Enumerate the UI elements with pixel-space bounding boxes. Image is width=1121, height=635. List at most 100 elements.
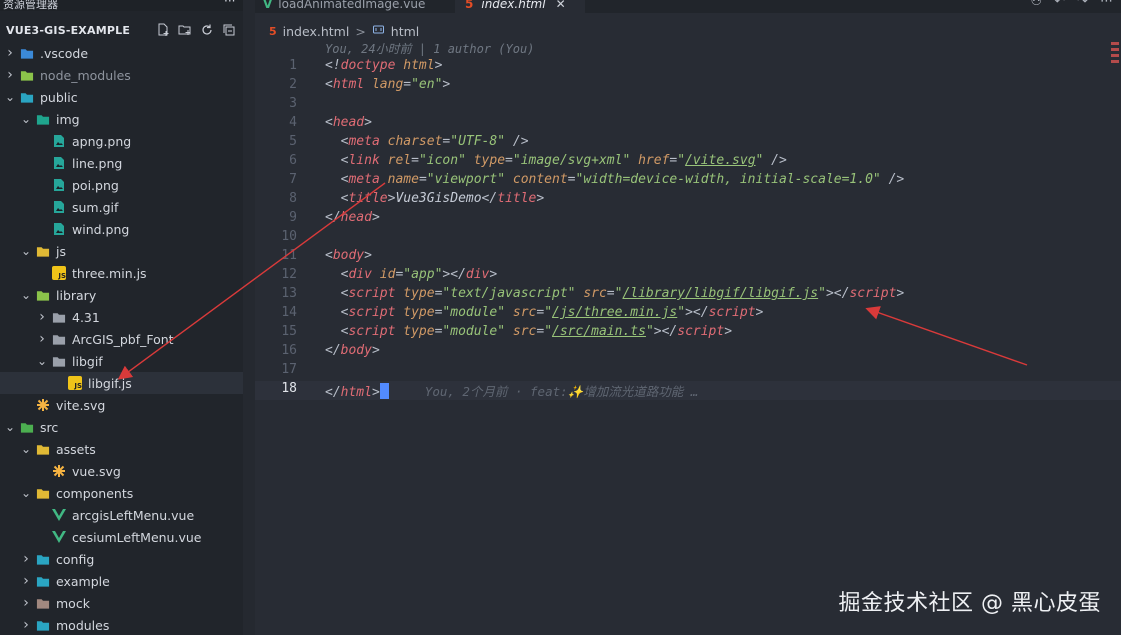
tree-folder[interactable]: › example (0, 570, 243, 592)
go-forward-icon[interactable]: ↷ (1077, 0, 1088, 9)
code-line[interactable]: 6 <link rel="icon" type="image/svg+xml" … (255, 153, 1121, 172)
line-content: <div id="app"></div> (325, 267, 498, 282)
tree-file[interactable]: poi.png (0, 174, 243, 196)
code-line[interactable]: 15 <script type="module" src="/src/main.… (255, 324, 1121, 343)
text-cursor (379, 383, 389, 399)
chevron-right-icon[interactable]: › (4, 68, 16, 82)
code-line[interactable]: 3 (255, 96, 1121, 115)
breadcrumb-symbol[interactable]: html (391, 24, 419, 39)
chevron-right-icon[interactable]: › (20, 596, 32, 610)
code-line[interactable]: 8 <title>Vue3GisDemo</title> (255, 191, 1121, 210)
collapse-all-icon[interactable] (221, 22, 237, 38)
new-folder-icon[interactable] (177, 22, 193, 38)
chevron-right-icon[interactable]: › (20, 574, 32, 588)
code-token: src (512, 305, 537, 320)
more-actions-icon[interactable]: ··· (224, 0, 235, 8)
tree-folder[interactable]: › config (0, 548, 243, 570)
tree-folder[interactable]: › node_modules (0, 64, 243, 86)
close-icon[interactable]: ✕ (556, 0, 566, 11)
code-token: "image/svg+xml" (512, 153, 631, 168)
tree-folder[interactable]: › .vscode (0, 42, 243, 64)
tree-folder[interactable]: ⌄ library (0, 284, 243, 306)
tab-index-html[interactable]: 5 index.html ✕ (455, 0, 585, 13)
git-blame-header[interactable]: You, 24小时前 | 1 author (You) (325, 40, 534, 57)
tab-loadanimatedimage[interactable]: V loadAnimatedImage.vue (263, 0, 455, 13)
breadcrumb-file[interactable]: index.html (283, 24, 350, 39)
new-file-icon[interactable] (155, 22, 171, 38)
tree-file[interactable]: sum.gif (0, 196, 243, 218)
chevron-down-icon[interactable]: ⌄ (20, 245, 32, 257)
tree-folder[interactable]: ⌄ libgif (0, 350, 243, 372)
code-token: content (512, 172, 568, 187)
editor-area: V loadAnimatedImage.vue 5 index.html ✕ ⚇… (255, 0, 1121, 635)
tree-folder[interactable]: ⌄ components (0, 482, 243, 504)
chevron-right-icon[interactable]: › (20, 552, 32, 566)
chevron-down-icon[interactable]: ⌄ (20, 487, 32, 499)
line-number: 11 (281, 248, 297, 263)
tree-file[interactable]: apng.png (0, 130, 243, 152)
tree-file[interactable]: JS three.min.js (0, 262, 243, 284)
tree-item-label: library (56, 287, 97, 303)
chevron-down-icon[interactable]: ⌄ (20, 289, 32, 301)
folder-icon (36, 442, 50, 456)
tree-folder[interactable]: › mock (0, 592, 243, 614)
html-file-icon: 5 (269, 24, 277, 38)
chevron-down-icon[interactable]: ⌄ (20, 443, 32, 455)
code-line[interactable]: 16 </body> (255, 343, 1121, 362)
code-line[interactable]: 4 <head> (255, 115, 1121, 134)
code-line[interactable]: 2 <html lang="en"> (255, 77, 1121, 96)
code-token: " (677, 305, 686, 320)
compare-icon[interactable]: ⚇ (1031, 0, 1043, 9)
code-token: </ (325, 385, 341, 400)
tree-folder[interactable]: ⌄ public (0, 86, 243, 108)
folder-icon (20, 420, 34, 434)
refresh-icon[interactable] (199, 22, 215, 38)
tree-folder[interactable]: ⌄ assets (0, 438, 243, 460)
tree-file[interactable]: wind.png (0, 218, 243, 240)
tree-folder[interactable]: ⌄ js (0, 240, 243, 262)
git-blame-inline[interactable]: You, 2个月前 · feat:✨增加流光道路功能 … (425, 384, 698, 399)
code-line[interactable]: 5 <meta charset="UTF-8" /> (255, 134, 1121, 153)
code-line[interactable]: 1 <!doctype html> (255, 58, 1121, 77)
chevron-right-icon[interactable]: › (20, 618, 32, 632)
code-line[interactable]: 11 <body> (255, 248, 1121, 267)
chevron-down-icon[interactable]: ⌄ (4, 91, 16, 103)
tree-folder[interactable]: › 4.31 (0, 306, 243, 328)
chevron-right-icon[interactable]: › (4, 46, 16, 60)
tree-folder[interactable]: ⌄ src (0, 416, 243, 438)
code-line[interactable]: 18 </html> You, 2个月前 · feat:✨增加流光道路功能 … (255, 381, 1121, 400)
tree-file[interactable]: line.png (0, 152, 243, 174)
overview-ruler[interactable] (1111, 42, 1119, 66)
code-token: meta (348, 134, 380, 149)
tree-file[interactable]: cesiumLeftMenu.vue (0, 526, 243, 548)
tree-file[interactable]: vue.svg (0, 460, 243, 482)
tree-file[interactable]: JS libgif.js (0, 372, 243, 394)
sidebar-splitter[interactable] (243, 0, 255, 635)
vue-file-icon: V (263, 0, 273, 11)
chevron-down-icon[interactable]: ⌄ (4, 421, 16, 433)
code-line[interactable]: 7 <meta name="viewport" content="width=d… (255, 172, 1121, 191)
more-icon[interactable]: ⋯ (1100, 0, 1113, 9)
tree-file[interactable]: vite.svg (0, 394, 243, 416)
chevron-right-icon[interactable]: › (36, 310, 48, 324)
tree-folder[interactable]: ⌄ img (0, 108, 243, 130)
code-line[interactable]: 10 (255, 229, 1121, 248)
tree-folder[interactable]: › ArcGIS_pbf_Font (0, 328, 243, 350)
project-header[interactable]: VUE3-GIS-EXAMPLE (0, 20, 243, 42)
code-line[interactable]: 9 </head> (255, 210, 1121, 229)
chevron-down-icon[interactable]: ⌄ (36, 355, 48, 367)
code-line[interactable]: 14 <script type="module" src="/js/three.… (255, 305, 1121, 324)
chevron-down-icon[interactable]: ⌄ (20, 113, 32, 125)
code-line[interactable]: 12 <div id="app"></div> (255, 267, 1121, 286)
tree-folder[interactable]: › modules (0, 614, 243, 635)
code-token: head (332, 115, 365, 130)
go-back-icon[interactable]: ↶ (1054, 0, 1065, 9)
code-line[interactable]: 17 (255, 362, 1121, 381)
chevron-right-icon[interactable]: › (36, 332, 48, 346)
code-token: = (418, 172, 427, 187)
tree-file[interactable]: arcgisLeftMenu.vue (0, 504, 243, 526)
code-line[interactable]: 13 <script type="text/javascript" src="/… (255, 286, 1121, 305)
